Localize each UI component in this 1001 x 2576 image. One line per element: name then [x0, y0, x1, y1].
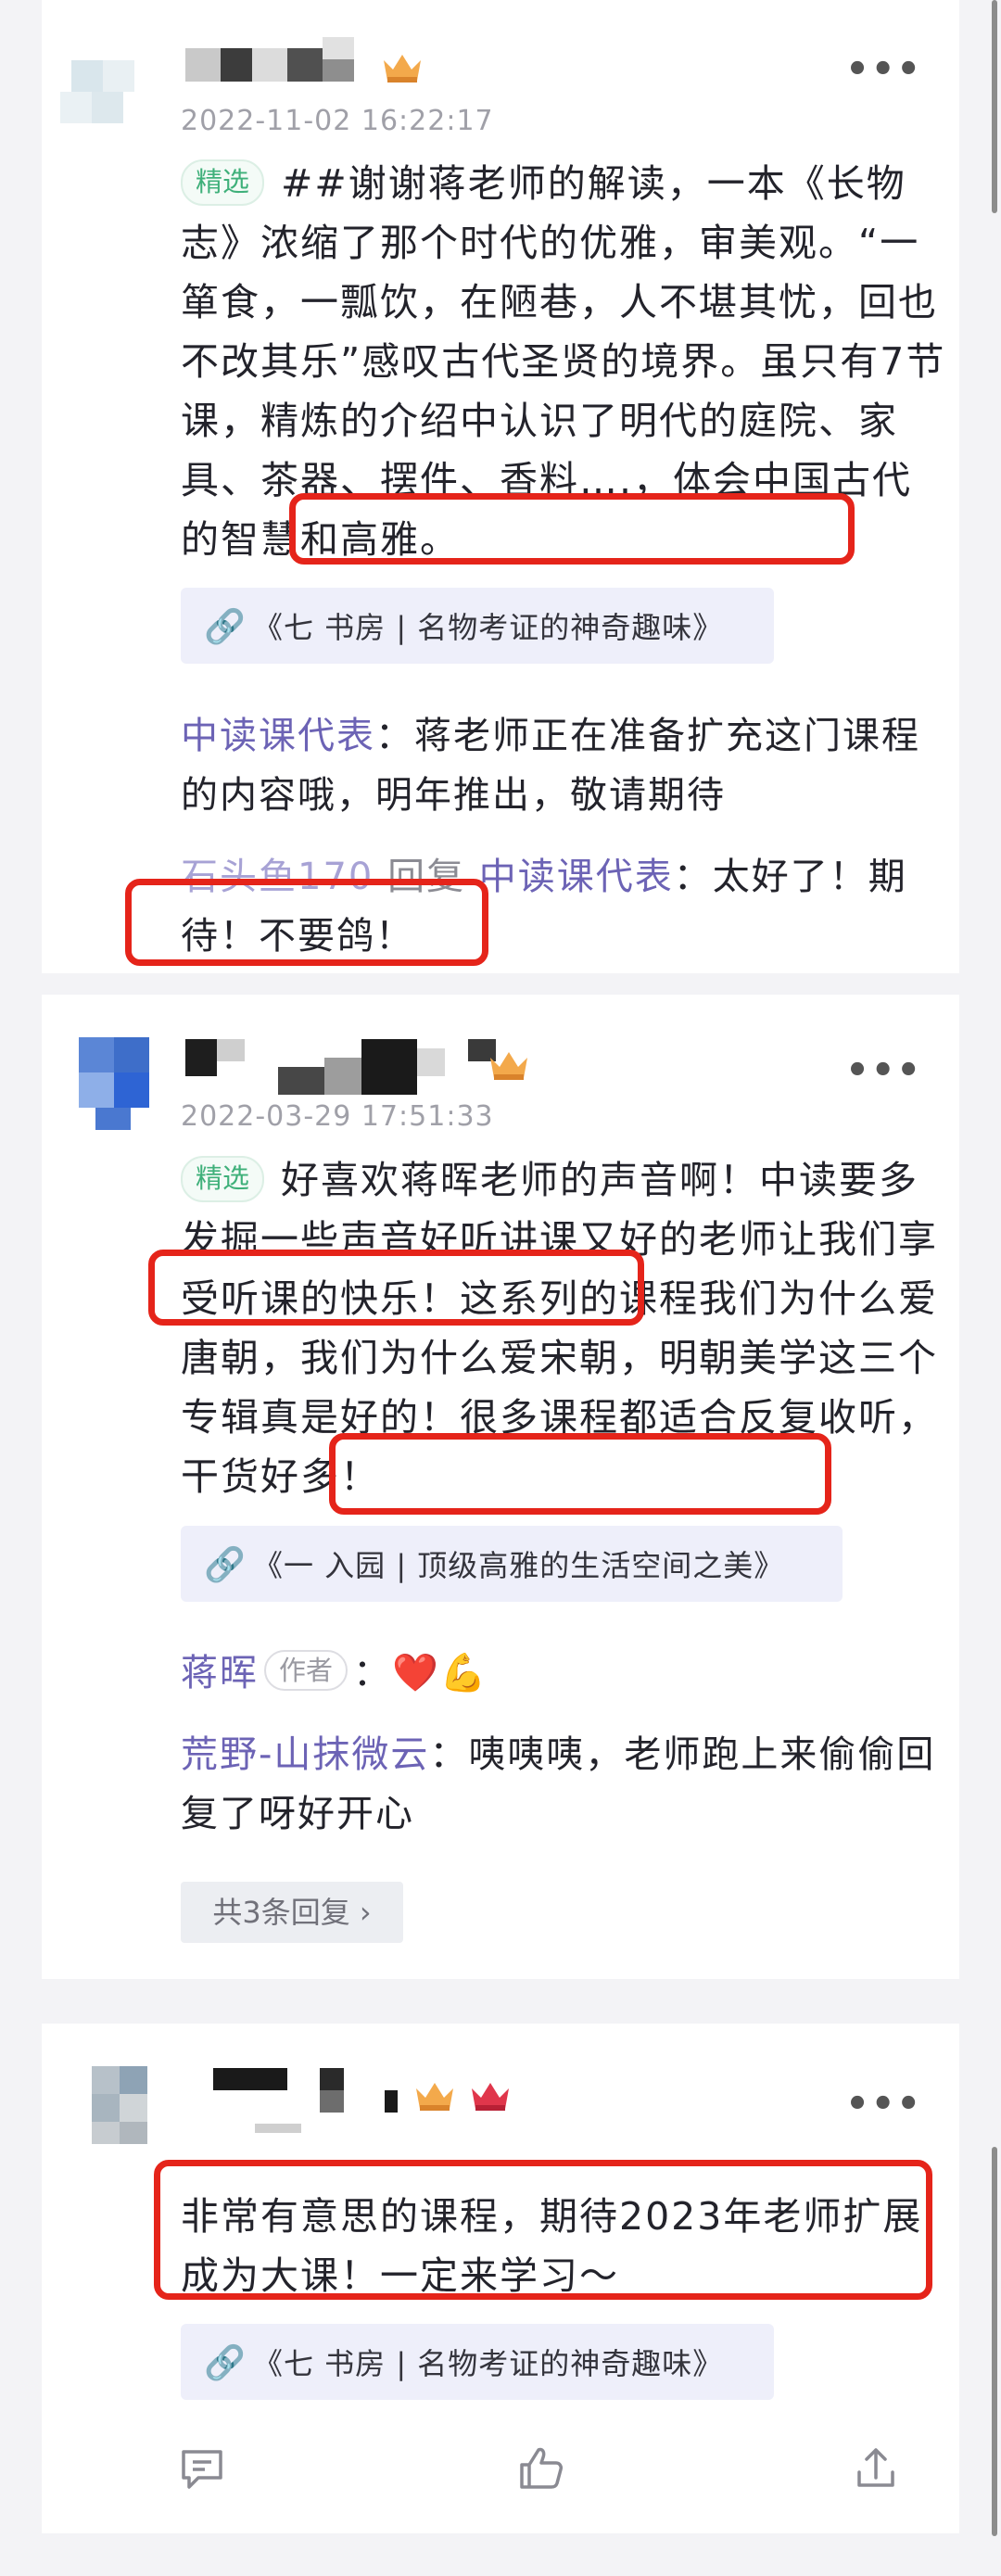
lesson-link-label: 《七 书房 | 名物考证的神奇趣味》 [253, 610, 724, 645]
featured-tag: 精选 [181, 1156, 265, 1202]
reply-separator: ： [375, 715, 414, 757]
author-badge: 作者 [264, 1650, 348, 1691]
more-icon[interactable]: ••• [845, 1052, 922, 1089]
reply-1[interactable]: 中读课代表：蒋老师正在准备扩充这门课程的内容哦，明年推出，敬请期待 [181, 706, 950, 825]
avatar[interactable] [60, 37, 153, 130]
scrollbar[interactable] [992, 0, 997, 213]
lesson-link[interactable]: 🔗 《七 书房 | 名物考证的神奇趣味》 [181, 588, 774, 664]
highlight-box [125, 879, 488, 966]
comment-icon[interactable] [174, 2441, 230, 2496]
scrollbar[interactable] [992, 2147, 997, 2536]
reply-username[interactable]: 蒋晖 [181, 1652, 259, 1694]
like-icon[interactable] [513, 2441, 568, 2496]
avatar[interactable] [60, 1037, 153, 1130]
highlight-box [329, 1433, 831, 1515]
avatar[interactable] [60, 2066, 153, 2159]
share-icon[interactable] [848, 2441, 904, 2496]
highlight-box [289, 493, 855, 565]
crown-icon [416, 2083, 453, 2111]
more-icon[interactable]: ••• [845, 51, 922, 88]
more-icon[interactable]: ••• [845, 2086, 922, 2123]
lesson-link[interactable]: 🔗 《七 书房 | 名物考证的神奇趣味》 [181, 2324, 774, 2400]
link-icon: 🔗 [204, 2344, 247, 2382]
reply-1[interactable]: 蒋晖 作者 ：❤️💪 [181, 1643, 950, 1703]
link-icon: 🔗 [204, 608, 247, 646]
username-blurred[interactable] [185, 1039, 538, 1095]
reply-2[interactable]: 荒野-山抹微云：咦咦咦，老师跑上来偷偷回复了呀好开心 [181, 1725, 950, 1844]
reply-target-username[interactable]: 中读课代表 [479, 856, 674, 898]
lesson-link[interactable]: 🔗 《一 入园 | 顶级高雅的生活空间之美》 [181, 1526, 843, 1602]
username-blurred[interactable] [171, 2068, 450, 2133]
comment-card-1: ••• 2022-11-02 16:22:17 精选 ##谢谢蒋老师的解读，一本《… [42, 0, 959, 973]
view-all-replies-button[interactable]: 共3条回复 › [181, 1882, 403, 1943]
timestamp: 2022-03-29 17:51:33 [181, 1100, 494, 1133]
highlight-box [154, 2160, 932, 2300]
highlight-box [148, 1250, 644, 1326]
crown-icon [384, 55, 421, 82]
reply-text: ❤️💪 [392, 1652, 488, 1694]
reply-username[interactable]: 荒野-山抹微云 [181, 1733, 429, 1776]
reply-separator: ： [353, 1652, 393, 1694]
crown-icon [472, 2083, 509, 2111]
link-icon: 🔗 [204, 1546, 247, 1584]
reply-separator: ： [673, 856, 713, 898]
username-blurred[interactable] [185, 37, 399, 83]
lesson-link-label: 《一 入园 | 顶级高雅的生活空间之美》 [253, 1548, 785, 1583]
crown-icon [490, 1052, 527, 1080]
featured-tag: 精选 [181, 159, 265, 206]
reply-separator: ： [429, 1733, 469, 1776]
lesson-link-label: 《七 书房 | 名物考证的神奇趣味》 [253, 2346, 724, 2381]
reply-username[interactable]: 中读课代表 [181, 715, 375, 757]
timestamp: 2022-11-02 16:22:17 [181, 105, 494, 137]
